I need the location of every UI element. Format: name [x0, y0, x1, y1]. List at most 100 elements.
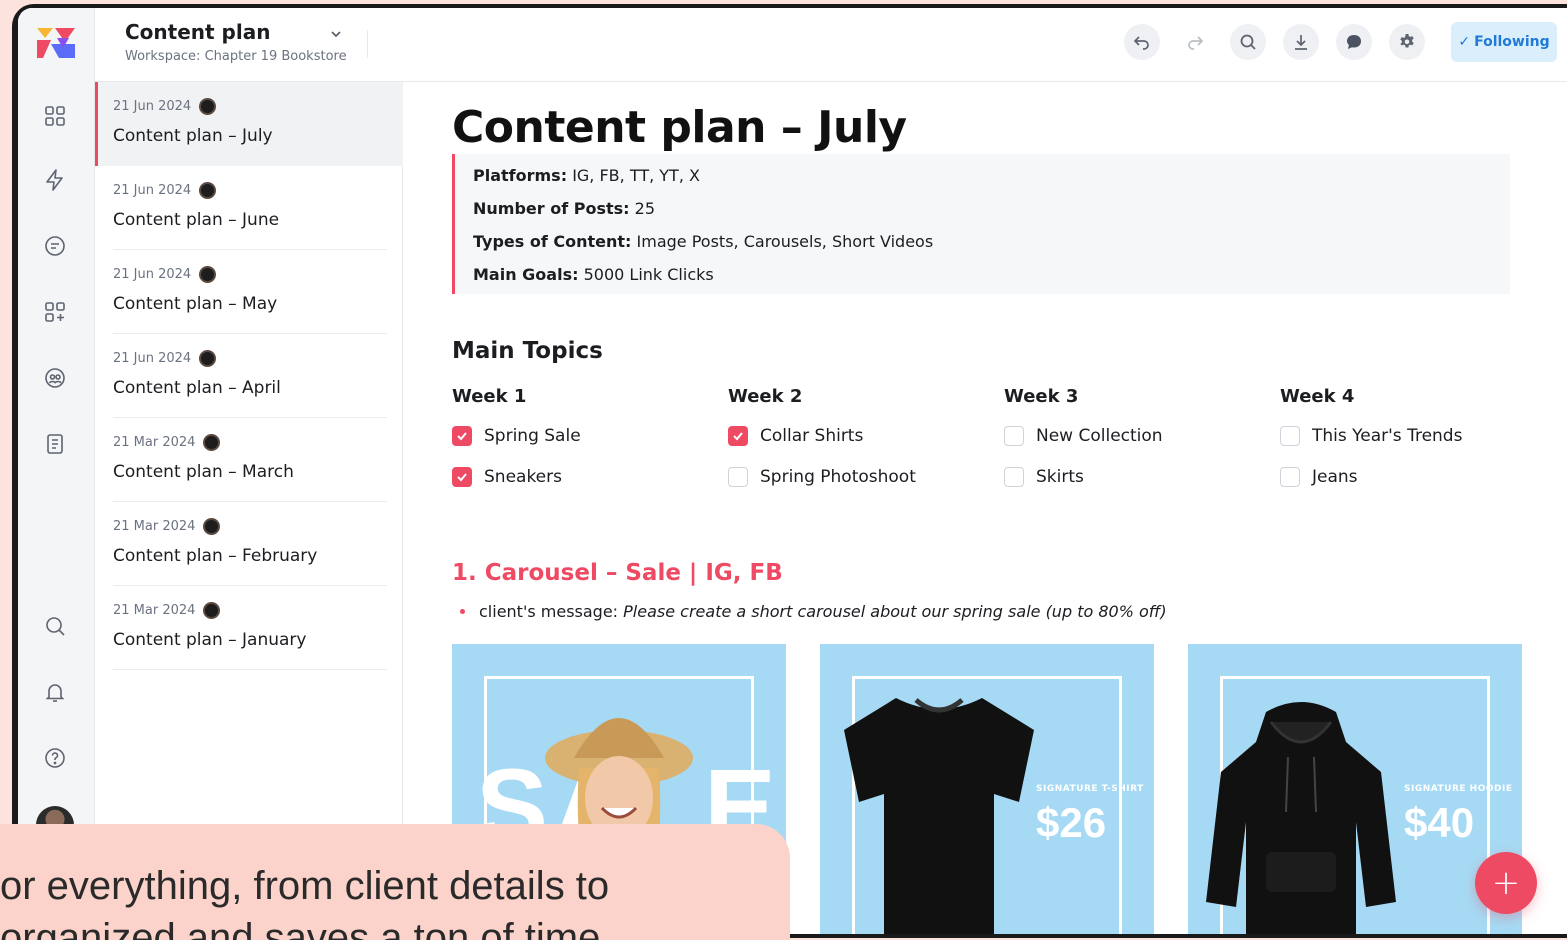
- topic-label: Jeans: [1312, 467, 1358, 487]
- document-date: 21 Mar 2024: [113, 518, 221, 535]
- author-avatar: [199, 266, 217, 283]
- workspace-label: Workspace: Chapter 19 Bookstore: [125, 49, 347, 64]
- chat-icon[interactable]: [39, 230, 71, 262]
- document-name: Content plan – April: [113, 378, 281, 398]
- author-avatar: [199, 182, 217, 199]
- week-title: Week 3: [1004, 386, 1079, 407]
- page-title[interactable]: Content plan – July: [452, 102, 907, 153]
- topic-label: Sneakers: [484, 467, 562, 487]
- app-window: Content plan Workspace: Chapter 19 Books…: [18, 8, 1567, 934]
- main-content: Content plan – July Platforms: IG, FB, T…: [404, 82, 1567, 934]
- tshirt-icon: [844, 698, 1034, 934]
- document-name: Content plan – January: [113, 630, 307, 650]
- document-date: 21 Jun 2024: [113, 182, 217, 199]
- redo-icon[interactable]: [1177, 24, 1213, 60]
- undo-icon[interactable]: [1124, 24, 1160, 60]
- plus-icon: +: [1491, 863, 1521, 903]
- topic-checkbox-row[interactable]: New Collection: [1004, 425, 1264, 447]
- following-button[interactable]: ✓ Following: [1451, 22, 1557, 62]
- topic-checkbox-row[interactable]: Spring Photoshoot: [728, 466, 988, 488]
- info-row-goals: Main Goals: 5000 Link Clicks: [473, 265, 714, 284]
- info-row-posts: Number of Posts: 25: [473, 199, 656, 218]
- checkbox[interactable]: [1280, 426, 1300, 446]
- document-list-item[interactable]: 21 Mar 2024 Content plan – February: [95, 502, 403, 586]
- checkbox[interactable]: [1004, 426, 1024, 446]
- help-icon[interactable]: [39, 742, 71, 774]
- post-heading: 1. Carousel – Sale | IG, FB: [452, 560, 783, 586]
- settings-icon[interactable]: [1389, 24, 1425, 60]
- week-title: Week 2: [728, 386, 803, 407]
- product-price: $40: [1404, 799, 1475, 846]
- topic-checkbox-row[interactable]: This Year's Trends: [1280, 425, 1540, 447]
- product-label: SIGNATURE HOODIE: [1404, 784, 1513, 794]
- document-date: 21 Jun 2024: [113, 266, 217, 283]
- checkbox[interactable]: [452, 426, 472, 446]
- document-list-item[interactable]: 21 Jun 2024 Content plan – July: [95, 82, 403, 166]
- search-icon[interactable]: [1230, 24, 1266, 60]
- document-name: Content plan – July: [113, 126, 273, 146]
- week-title: Week 4: [1280, 386, 1355, 407]
- checkbox[interactable]: [728, 467, 748, 487]
- week-title: Week 1: [452, 386, 527, 407]
- topic-label: Spring Photoshoot: [760, 467, 916, 487]
- document-name: Content plan – March: [113, 462, 294, 482]
- author-avatar: [199, 98, 217, 115]
- product-price: $26: [1036, 799, 1107, 846]
- week-column: Week 2 Collar Shirts Spring Photoshoot: [728, 386, 988, 507]
- document-list-item[interactable]: 21 Jun 2024 Content plan – April: [95, 334, 403, 418]
- author-avatar: [203, 602, 221, 619]
- dashboard-icon[interactable]: [39, 100, 71, 132]
- checkbox[interactable]: [1280, 467, 1300, 487]
- add-button[interactable]: +: [1475, 852, 1537, 914]
- document-name: Content plan – June: [113, 210, 280, 230]
- carousel-card-tshirt[interactable]: SIGNATURE T-SHIRT $26: [820, 644, 1154, 934]
- week-column: Week 1 Spring Sale Sneakers: [452, 386, 712, 507]
- week-column: Week 3 New Collection Skirts: [1004, 386, 1264, 507]
- topic-checkbox-row[interactable]: Jeans: [1280, 466, 1540, 488]
- document-list-item[interactable]: 21 Mar 2024 Content plan – March: [95, 418, 403, 502]
- document-name: Content plan – May: [113, 294, 278, 314]
- caption-line-1: or everything, from client details to: [0, 864, 610, 908]
- document-date: 21 Jun 2024: [113, 350, 217, 367]
- apps-icon[interactable]: [39, 296, 71, 328]
- client-message-label: client's message:: [479, 602, 619, 621]
- team-icon[interactable]: [39, 362, 71, 394]
- topic-checkbox-row[interactable]: Spring Sale: [452, 425, 712, 447]
- author-avatar: [203, 434, 221, 451]
- document-title[interactable]: Content plan: [125, 20, 270, 44]
- topic-checkbox-row[interactable]: Sneakers: [452, 466, 712, 488]
- following-label: Following: [1474, 34, 1550, 50]
- comment-icon[interactable]: [1336, 24, 1372, 60]
- document-list-item[interactable]: 21 Jun 2024 Content plan – May: [95, 250, 403, 334]
- document-date: 21 Mar 2024: [113, 602, 221, 619]
- info-row-content-types: Types of Content: Image Posts, Carousels…: [473, 232, 934, 251]
- topic-label: This Year's Trends: [1312, 426, 1463, 446]
- client-message-text: Please create a short carousel about our…: [623, 602, 1167, 621]
- author-avatar: [199, 350, 217, 367]
- checkbox[interactable]: [728, 426, 748, 446]
- chevron-down-icon[interactable]: [328, 26, 344, 46]
- bell-icon[interactable]: [39, 676, 71, 708]
- document-name: Content plan – February: [113, 546, 318, 566]
- topic-checkbox-row[interactable]: Skirts: [1004, 466, 1264, 488]
- checkbox[interactable]: [1004, 467, 1024, 487]
- topic-label: New Collection: [1036, 426, 1163, 446]
- checkbox[interactable]: [452, 467, 472, 487]
- bullet-dot: [460, 609, 465, 614]
- app-logo-icon[interactable]: [35, 26, 77, 60]
- search-icon[interactable]: [39, 610, 71, 642]
- document-list-item[interactable]: 21 Jun 2024 Content plan – June: [95, 166, 403, 250]
- document-list: 21 Jun 2024 Content plan – July 21 Jun 202…: [95, 82, 403, 934]
- client-message: client's message: Please create a short …: [460, 602, 1167, 621]
- bolt-icon[interactable]: [39, 164, 71, 196]
- topic-checkbox-row[interactable]: Collar Shirts: [728, 425, 988, 447]
- week-column: Week 4 This Year's Trends Jeans: [1280, 386, 1540, 507]
- carousel-card-hoodie[interactable]: SIGNATURE HOODIE $40: [1188, 644, 1522, 934]
- divider: [367, 30, 368, 58]
- marketing-caption: or everything, from client details to or…: [0, 824, 790, 940]
- download-icon[interactable]: [1283, 24, 1319, 60]
- topic-label: Skirts: [1036, 467, 1084, 487]
- info-row-platforms: Platforms: IG, FB, TT, YT, X: [473, 166, 700, 185]
- document-icon[interactable]: [39, 428, 71, 460]
- document-list-item[interactable]: 21 Mar 2024 Content plan – January: [95, 586, 403, 670]
